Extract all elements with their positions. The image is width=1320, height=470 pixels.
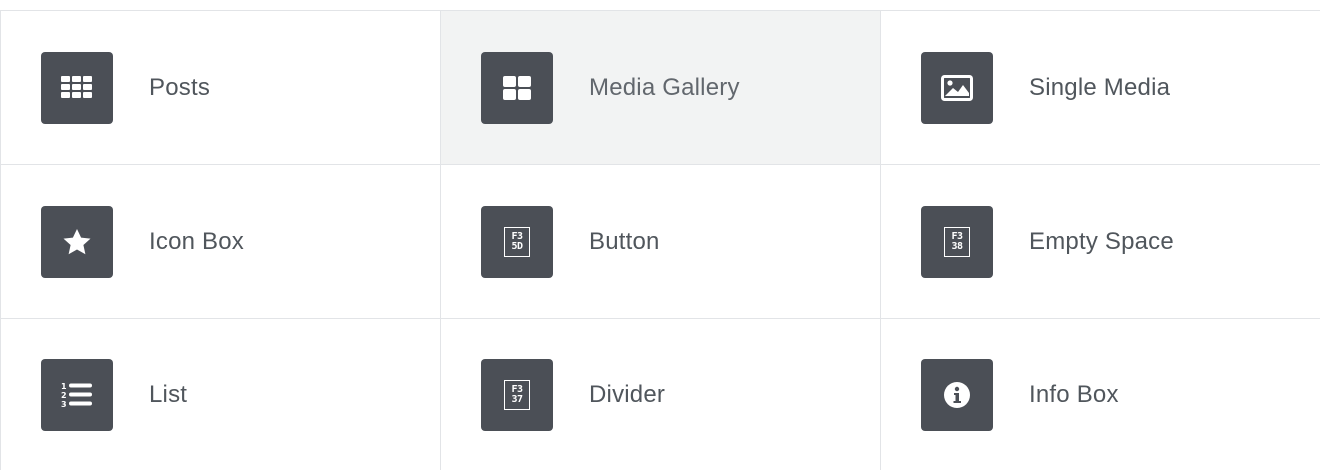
glyph-code-box: F3 37 [504,380,530,410]
block-item-media-gallery[interactable]: Media Gallery [441,11,881,165]
star-icon [41,206,113,278]
block-item-posts[interactable]: Posts [0,11,441,165]
missing-glyph-icon: F3 5D [481,206,553,278]
block-item-empty-space[interactable]: F3 38 Empty Space [881,165,1320,319]
block-label: Icon Box [149,227,244,255]
block-label: Media Gallery [589,73,740,101]
svg-text:2: 2 [61,391,67,400]
block-label: List [149,380,188,408]
block-item-info-box[interactable]: Info Box [881,319,1320,470]
block-item-single-media[interactable]: Single Media [881,11,1320,165]
block-label: Info Box [1029,380,1119,408]
grid-icon [41,52,113,124]
glyph-code-box: F3 38 [944,227,970,257]
block-label: Single Media [1029,73,1171,101]
svg-text:3: 3 [61,400,67,409]
block-item-list[interactable]: 1 2 3 List [0,319,441,470]
ordered-list-icon: 1 2 3 [41,359,113,431]
glyph-code-bottom: 5D [511,241,523,252]
missing-glyph-icon: F3 38 [921,206,993,278]
block-item-divider[interactable]: F3 37 Divider [441,319,881,470]
glyph-code-bottom: 38 [951,241,963,252]
block-label: Button [589,227,660,255]
info-icon [921,359,993,431]
glyph-code-bottom: 37 [511,394,523,405]
block-label: Divider [589,380,666,408]
block-label: Posts [149,73,211,101]
glyph-code-box: F3 5D [504,227,530,257]
missing-glyph-icon: F3 37 [481,359,553,431]
block-item-icon-box[interactable]: Icon Box [0,165,441,319]
block-item-button[interactable]: F3 5D Button [441,165,881,319]
image-icon [921,52,993,124]
block-picker-grid: Posts Media Gallery Single Media Icon Bo… [0,10,1320,470]
block-label: Empty Space [1029,227,1174,255]
gallery-icon [481,52,553,124]
svg-text:1: 1 [61,382,67,391]
